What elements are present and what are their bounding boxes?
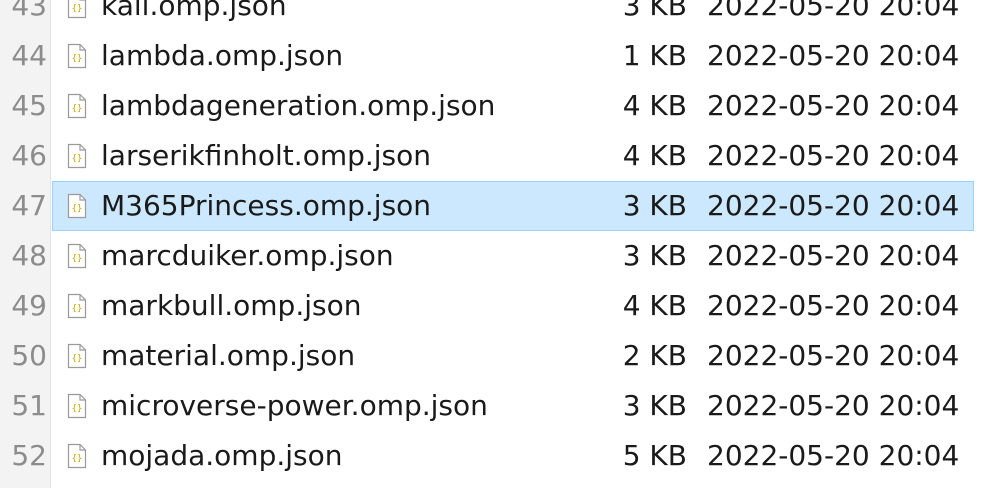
file-row[interactable]: 43 {} kali.omp.json 3 KB 2022-05-20 20:0… <box>0 0 997 31</box>
json-file-icon: {} <box>67 93 87 119</box>
file-modified-date: 2022-05-20 20:04 <box>707 439 960 472</box>
svg-text:{}: {} <box>72 104 83 114</box>
line-number: 51 <box>11 389 47 422</box>
json-file-icon: {} <box>67 193 87 219</box>
svg-text:{}: {} <box>72 204 83 214</box>
file-name: markbull.omp.json <box>101 289 362 322</box>
svg-text:{}: {} <box>72 354 83 364</box>
file-name: lambda.omp.json <box>101 39 344 72</box>
file-modified-date: 2022-05-20 20:04 <box>707 389 960 422</box>
file-size: 3 KB <box>622 189 687 222</box>
file-size: 1 KB <box>622 39 687 72</box>
file-modified-date: 2022-05-20 20:04 <box>707 0 960 22</box>
line-number: 45 <box>11 89 47 122</box>
line-number: 47 <box>11 189 47 222</box>
line-number: 49 <box>11 289 47 322</box>
file-modified-date: 2022-05-20 20:04 <box>707 289 960 322</box>
svg-text:{}: {} <box>72 304 83 314</box>
file-list-view: 43 {} kali.omp.json 3 KB 2022-05-20 20:0… <box>0 0 997 488</box>
file-size: 4 KB <box>622 89 687 122</box>
file-row[interactable]: 49 {} markbull.omp.json 4 KB 2022-05-20 … <box>0 281 997 331</box>
svg-text:{}: {} <box>72 54 83 64</box>
file-size: 4 KB <box>622 289 687 322</box>
file-name: larserikfinholt.omp.json <box>101 139 432 172</box>
file-modified-date: 2022-05-20 20:04 <box>707 239 960 272</box>
line-number: 50 <box>11 339 47 372</box>
line-number: 52 <box>11 439 47 472</box>
json-file-icon: {} <box>67 43 87 69</box>
json-file-icon: {} <box>67 243 87 269</box>
svg-text:{}: {} <box>72 404 83 414</box>
file-size: 3 KB <box>622 0 687 22</box>
file-size: 5 KB <box>622 439 687 472</box>
line-number: 46 <box>11 139 47 172</box>
file-name: M365Princess.omp.json <box>101 189 432 222</box>
svg-text:{}: {} <box>72 454 83 464</box>
file-name: microverse-power.omp.json <box>101 389 488 422</box>
file-name: material.omp.json <box>101 339 356 372</box>
svg-text:{}: {} <box>72 254 83 264</box>
json-file-icon: {} <box>67 343 87 369</box>
file-name: lambdageneration.omp.json <box>101 89 496 122</box>
file-size: 4 KB <box>622 139 687 172</box>
file-size: 3 KB <box>622 239 687 272</box>
file-modified-date: 2022-05-20 20:04 <box>707 189 960 222</box>
file-name: mojada.omp.json <box>101 439 343 472</box>
file-name: kali.omp.json <box>101 0 287 22</box>
file-row[interactable]: 46 {} larserikfinholt.omp.json 4 KB 2022… <box>0 131 997 181</box>
json-file-icon: {} <box>67 393 87 419</box>
file-modified-date: 2022-05-20 20:04 <box>707 39 960 72</box>
file-modified-date: 2022-05-20 20:04 <box>707 89 960 122</box>
file-row[interactable]: 50 {} material.omp.json 2 KB 2022-05-20 … <box>0 331 997 381</box>
svg-text:{}: {} <box>72 4 83 14</box>
file-modified-date: 2022-05-20 20:04 <box>707 139 960 172</box>
file-row[interactable]: 52 {} mojada.omp.json 5 KB 2022-05-20 20… <box>0 431 997 481</box>
file-row-selected[interactable]: 47 {} M365Princess.omp.json 3 KB 2022-05… <box>0 181 997 231</box>
svg-text:{}: {} <box>72 154 83 164</box>
json-file-icon: {} <box>67 0 87 19</box>
line-number: 44 <box>11 39 47 72</box>
line-number: 43 <box>11 0 47 22</box>
file-name: marcduiker.omp.json <box>101 239 394 272</box>
file-size: 2 KB <box>622 339 687 372</box>
file-row[interactable]: 45 {} lambdageneration.omp.json 4 KB 202… <box>0 81 997 131</box>
json-file-icon: {} <box>67 143 87 169</box>
file-row[interactable]: 51 {} microverse-power.omp.json 3 KB 202… <box>0 381 997 431</box>
file-size: 3 KB <box>622 389 687 422</box>
json-file-icon: {} <box>67 443 87 469</box>
file-list: 43 {} kali.omp.json 3 KB 2022-05-20 20:0… <box>0 0 997 481</box>
file-modified-date: 2022-05-20 20:04 <box>707 339 960 372</box>
file-row[interactable]: 48 {} marcduiker.omp.json 3 KB 2022-05-2… <box>0 231 997 281</box>
json-file-icon: {} <box>67 293 87 319</box>
file-row[interactable]: 44 {} lambda.omp.json 1 KB 2022-05-20 20… <box>0 31 997 81</box>
line-number: 48 <box>11 239 47 272</box>
